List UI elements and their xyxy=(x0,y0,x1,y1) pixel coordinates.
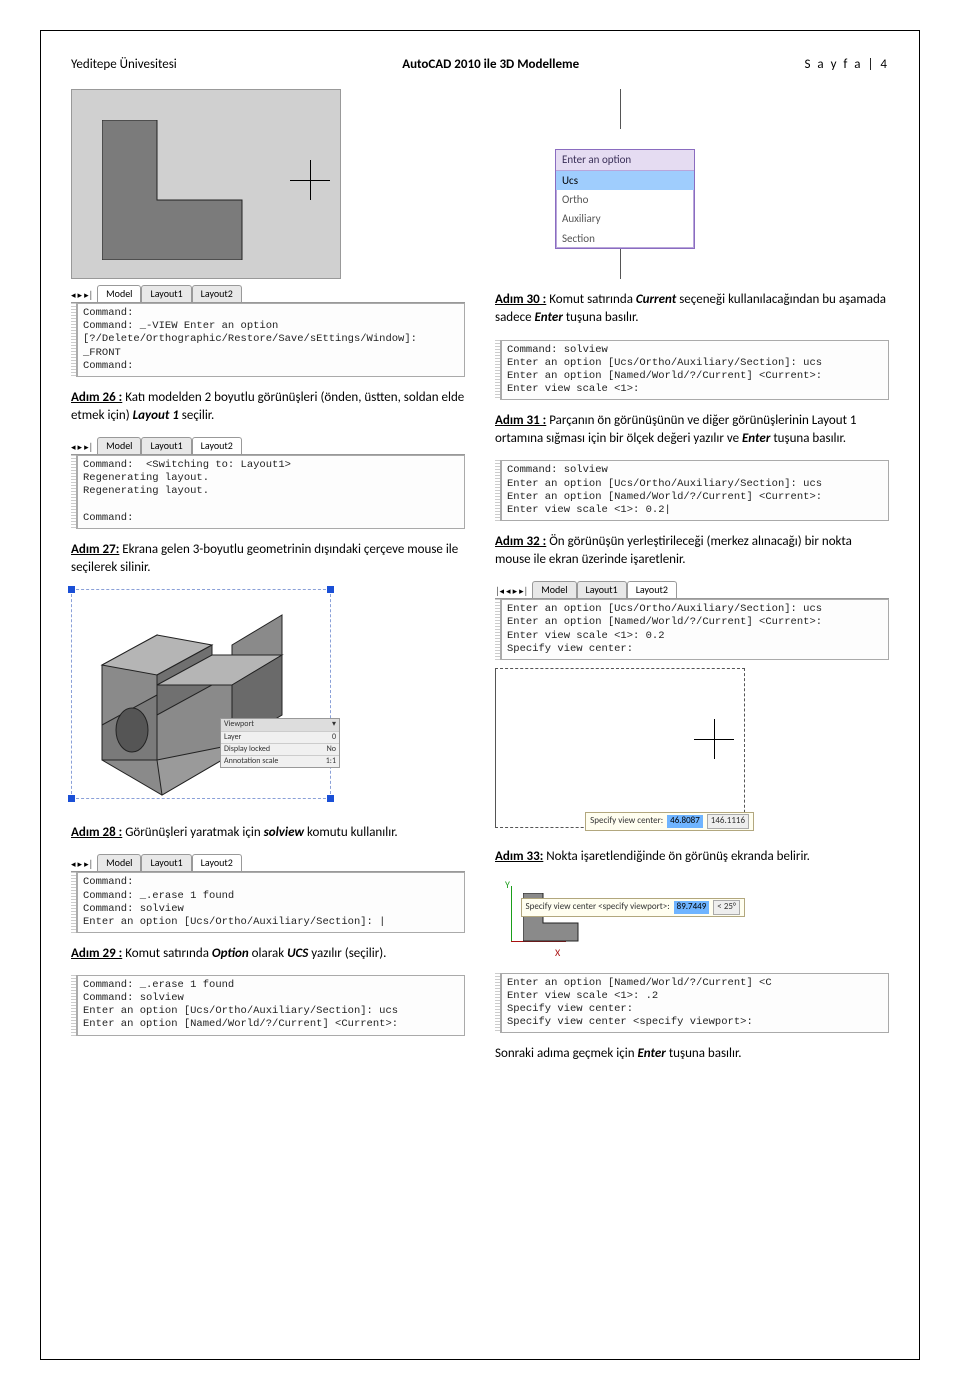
command-text-4: Command: _.erase 1 found Command: solvie… xyxy=(77,975,465,1036)
grip-handle[interactable] xyxy=(68,795,75,802)
viewport-preview-dashed: Specify view center: 46.8087 146.1116 xyxy=(495,668,745,828)
front-view-with-axes: Y X Specify view center <specify viewpor… xyxy=(495,878,745,958)
command-text-2: Command: <Switching to: Layout1> Regener… xyxy=(77,455,465,529)
command-window-4: Command: _.erase 1 found Command: solvie… xyxy=(71,975,465,1036)
two-column-layout: ◂ ▸ ▸│ Model Layout1 Layout2 Command: Co… xyxy=(71,89,889,1075)
command-text-1: Command: Command: _-VIEW Enter an option… xyxy=(77,303,465,377)
option-ortho[interactable]: Ortho xyxy=(556,190,694,209)
option-ucs[interactable]: Ucs xyxy=(556,171,694,190)
command-window-6: Command: solview Enter an option [Ucs/Or… xyxy=(495,460,889,521)
command-text-3: Command: Command: _.erase 1 found Comman… xyxy=(77,872,465,933)
step-28: Adım 28 : Görünüşleri yaratmak için solv… xyxy=(71,824,465,842)
cad-front-view-canvas xyxy=(71,89,341,279)
command-window-8: Enter an option [Named/World/?/Current] … xyxy=(495,973,889,1034)
tab-layout1-r[interactable]: Layout1 xyxy=(577,581,627,598)
layout-tabbar-r: │◂ ◂ ▸ ▸│ Model Layout1 Layout2 xyxy=(495,581,889,599)
command-window-3: Command: Command: _.erase 1 found Comman… xyxy=(71,872,465,933)
command-text-6: Command: solview Enter an option [Ucs/Or… xyxy=(501,460,889,521)
coord-tooltip: Specify view center: 46.8087 146.1116 xyxy=(585,812,754,831)
tab-layout2-2[interactable]: Layout2 xyxy=(192,437,242,454)
tab-model-r[interactable]: Model xyxy=(532,581,576,598)
command-window-2: Command: <Switching to: Layout1> Regener… xyxy=(71,455,465,529)
tab-layout1-3[interactable]: Layout1 xyxy=(141,854,191,871)
grip-handle[interactable] xyxy=(68,586,75,593)
right-column: Enter an option Ucs Ortho Auxiliary Sect… xyxy=(495,89,889,1075)
left-column: ◂ ▸ ▸│ Model Layout1 Layout2 Command: Co… xyxy=(71,89,465,1075)
grip-handle[interactable] xyxy=(327,586,334,593)
step-30: Adım 30 : Komut satırında Current seçene… xyxy=(495,291,889,327)
viewport-tooltip: Specify view center <specify viewport>: … xyxy=(521,898,746,917)
layout-tabbar: ◂ ▸ ▸│ Model Layout1 Layout2 xyxy=(71,285,465,303)
command-text-5: Command: solview Enter an option [Ucs/Or… xyxy=(501,340,889,401)
option-popup-menu: Enter an option Ucs Ortho Auxiliary Sect… xyxy=(555,149,695,249)
option-section[interactable]: Section xyxy=(556,229,694,248)
tab-layout2[interactable]: Layout2 xyxy=(192,285,242,302)
footer-step: Sonraki adıma geçmek için Enter tuşuna b… xyxy=(495,1045,889,1063)
viewport-properties-box: Viewport▾ Layer0 Display lockedNo Annota… xyxy=(220,718,340,768)
header-right: S a y f a | 4 xyxy=(805,56,890,74)
page-header: Yeditepe Ünivesitesi AutoCAD 2010 ile 3D… xyxy=(71,56,889,74)
vertical-guide-line xyxy=(620,89,621,129)
step-31: Adım 31 : Parçanın ön görünüşünün ve diğ… xyxy=(495,412,889,448)
header-left: Yeditepe Ünivesitesi xyxy=(71,56,177,74)
command-window-7: Enter an option [Ucs/Ortho/Auxiliary/Sec… xyxy=(495,599,889,660)
option-auxiliary[interactable]: Auxiliary xyxy=(556,209,694,228)
layout-tabbar-3: ◂ ▸ ▸│ Model Layout1 Layout2 xyxy=(71,854,465,872)
step-27: Adım 27: Ekrana gelen 3-boyutlu geometri… xyxy=(71,541,465,577)
l-shape-solid xyxy=(102,120,252,260)
tab-layout2-r[interactable]: Layout2 xyxy=(627,581,677,598)
header-center: AutoCAD 2010 ile 3D Modelleme xyxy=(402,56,579,74)
tab-model-3[interactable]: Model xyxy=(97,854,141,871)
step-29: Adım 29 : Komut satırında Option olarak … xyxy=(71,945,465,963)
layout-tabbar-2: ◂ ▸ ▸│ Model Layout1 Layout2 xyxy=(71,437,465,455)
tab-model-2[interactable]: Model xyxy=(97,437,141,454)
step-26: Adım 26 : Katı modelden 2 boyutlu görünü… xyxy=(71,389,465,425)
tab-layout1[interactable]: Layout1 xyxy=(141,285,191,302)
page-frame: Yeditepe Ünivesitesi AutoCAD 2010 ile 3D… xyxy=(40,30,920,1360)
command-window-5: Command: solview Enter an option [Ucs/Or… xyxy=(495,340,889,401)
viewport-dashed-frame: Viewport▾ Layer0 Display lockedNo Annota… xyxy=(71,589,331,799)
vertical-guide-line-2 xyxy=(620,249,621,279)
isometric-3d-solid xyxy=(72,590,332,800)
axis-y-line xyxy=(511,886,512,941)
command-window-1: Command: Command: _-VIEW Enter an option… xyxy=(71,303,465,377)
command-text-8: Enter an option [Named/World/?/Current] … xyxy=(501,973,889,1034)
axis-y-label: Y xyxy=(505,878,510,892)
step-32: Adım 32 : Ön görünüşün yerleştirileceği … xyxy=(495,533,889,569)
command-text-7: Enter an option [Ucs/Ortho/Auxiliary/Sec… xyxy=(501,599,889,660)
tab-layout2-3[interactable]: Layout2 xyxy=(192,854,242,871)
tab-model[interactable]: Model xyxy=(97,285,141,302)
grip-handle[interactable] xyxy=(327,795,334,802)
option-menu-header: Enter an option xyxy=(556,150,694,170)
tab-layout1-2[interactable]: Layout1 xyxy=(141,437,191,454)
step-33: Adım 33: Nokta işaretlendiğinde ön görün… xyxy=(495,848,889,866)
